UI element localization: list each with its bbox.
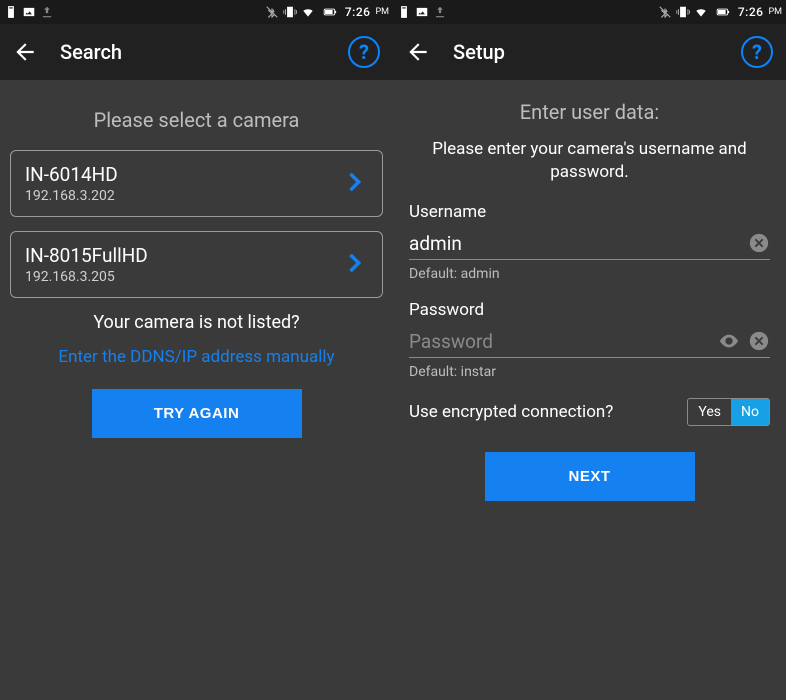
image-icon [415, 5, 429, 19]
enter-user-data-heading: Enter user data: [409, 100, 770, 124]
app-bar-search: Search ? [0, 24, 393, 80]
vibrate-icon [676, 5, 690, 19]
select-camera-heading: Please select a camera [10, 108, 383, 132]
camera-ip: 192.168.3.202 [25, 188, 340, 204]
sim-icon [397, 5, 411, 19]
battery-icon [712, 5, 734, 19]
next-button[interactable]: NEXT [485, 452, 695, 501]
camera-name: IN-8015FullHD [25, 244, 340, 267]
username-input[interactable]: admin [409, 232, 770, 260]
setup-screen: 7:26 PM Setup ? Enter user data: Please e… [393, 0, 786, 700]
wifi-icon [301, 5, 315, 19]
bluetooth-off-icon [265, 5, 279, 19]
status-bar: 7:26 PM [393, 0, 786, 24]
camera-ip: 192.168.3.205 [25, 269, 340, 285]
camera-name: IN-6014HD [25, 163, 340, 186]
status-bar: 7:26 PM [0, 0, 393, 24]
password-label: Password [409, 300, 770, 320]
encrypted-label: Use encrypted connection? [409, 402, 687, 422]
back-button[interactable] [405, 39, 431, 65]
chevron-right-icon [340, 168, 368, 200]
battery-icon [319, 5, 341, 19]
upload-icon [40, 5, 54, 19]
try-again-button[interactable]: TRY AGAIN [92, 389, 302, 438]
page-title: Search [60, 40, 347, 64]
chevron-right-icon [340, 249, 368, 281]
camera-item[interactable]: IN-8015FullHD 192.168.3.205 [10, 231, 383, 298]
enter-user-data-sub: Please enter your camera's username and … [409, 138, 770, 184]
password-hint: Default: instar [409, 364, 770, 380]
clear-icon[interactable] [748, 330, 770, 352]
not-listed-text: Your camera is not listed? [10, 312, 383, 333]
help-icon: ? [741, 36, 773, 68]
sim-icon [4, 5, 18, 19]
help-button[interactable]: ? [347, 35, 381, 69]
username-value: admin [409, 232, 740, 255]
search-screen: 7:26 PM Search ? Please select a camera I… [0, 0, 393, 700]
camera-item[interactable]: IN-6014HD 192.168.3.202 [10, 150, 383, 217]
eye-icon[interactable] [718, 330, 740, 352]
image-icon [22, 5, 36, 19]
app-bar-setup: Setup ? [393, 24, 786, 80]
password-placeholder: Password [409, 330, 710, 353]
status-ampm: PM [375, 7, 389, 17]
encrypted-toggle[interactable]: Yes No [687, 398, 770, 426]
username-hint: Default: admin [409, 266, 770, 282]
vibrate-icon [283, 5, 297, 19]
back-button[interactable] [12, 39, 38, 65]
password-input[interactable]: Password [409, 330, 770, 358]
username-label: Username [409, 202, 770, 222]
manual-entry-link[interactable]: Enter the DDNS/IP address manually [10, 347, 383, 367]
upload-icon [433, 5, 447, 19]
help-icon: ? [348, 36, 380, 68]
wifi-icon [694, 5, 708, 19]
status-ampm: PM [768, 7, 782, 17]
clear-icon[interactable] [748, 232, 770, 254]
toggle-yes[interactable]: Yes [688, 399, 731, 425]
status-time: 7:26 [738, 5, 764, 19]
page-title: Setup [453, 40, 740, 64]
status-time: 7:26 [345, 5, 371, 19]
bluetooth-off-icon [658, 5, 672, 19]
help-button[interactable]: ? [740, 35, 774, 69]
toggle-no[interactable]: No [731, 399, 769, 425]
